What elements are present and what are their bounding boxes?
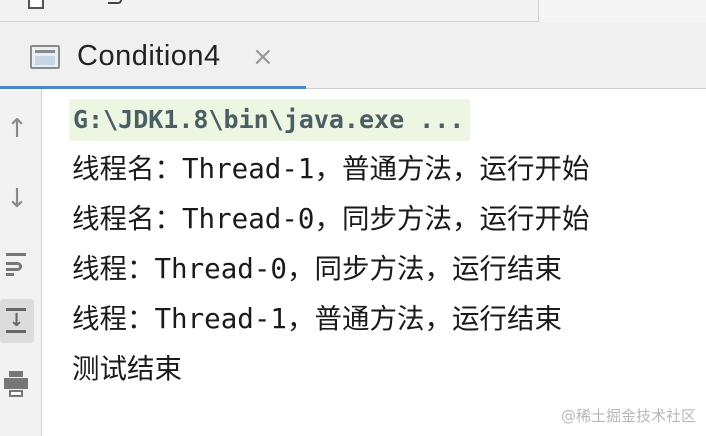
scroll-to-end-icon[interactable]: ↓: [0, 299, 34, 343]
tab-label: Condition4: [77, 40, 221, 72]
right-toolbar-panel: [538, 0, 706, 22]
console-line: 线程：Thread-1，普通方法，运行结束: [72, 303, 562, 335]
watermark: @稀土掘金技术社区: [560, 407, 696, 425]
tab-condition4[interactable]: Condition4 ×: [0, 22, 306, 89]
console-toolbar: ↑ ↓ ↓: [0, 89, 42, 436]
console-line: 线程名：Thread-0，同步方法，运行开始: [72, 203, 590, 235]
command-line[interactable]: G:\JDK1.8\bin\java.exe ...: [69, 99, 471, 141]
console-window-icon: [30, 45, 60, 69]
top-toolbar-strip: [0, 0, 706, 22]
close-icon[interactable]: ×: [252, 42, 274, 72]
partial-toolbar-glyph: [108, 0, 122, 4]
console-output[interactable]: G:\JDK1.8\bin\java.exe ... 线程名：Thread-1，…: [43, 89, 706, 436]
console-line: 测试结束: [72, 353, 182, 385]
arrow-down-icon[interactable]: ↓: [0, 177, 34, 221]
arrow-up-icon[interactable]: ↑: [0, 107, 34, 151]
console-line: 线程名：Thread-1，普通方法，运行开始: [72, 153, 590, 185]
window-icon: [28, 0, 44, 9]
print-icon[interactable]: [0, 361, 34, 405]
console-line: 线程：Thread-0，同步方法，运行结束: [72, 253, 562, 285]
soft-wrap-icon[interactable]: [0, 241, 34, 285]
run-tab-bar: Condition4 ×: [0, 22, 706, 89]
